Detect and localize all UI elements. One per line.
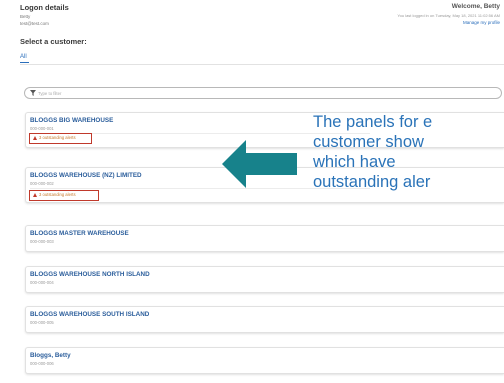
customer-code: 000-000-004 [30, 280, 54, 285]
customer-name: BLOGGS BIG WAREHOUSE [30, 117, 114, 124]
customer-code: 000-000-001 [30, 126, 54, 131]
filter-icon [30, 90, 36, 96]
welcome-message: Welcome, Betty [451, 3, 500, 10]
customer-name: BLOGGS MASTER WAREHOUSE [30, 230, 129, 237]
annotation-callout-text: The panels for e customer show which hav… [313, 113, 433, 191]
alert-count-text: 3 outstanding alerts [39, 135, 76, 140]
customer-card[interactable]: Bloggs, Betty 000-000-006 [25, 347, 504, 374]
outstanding-alerts-link[interactable]: 3 outstanding alerts [33, 135, 76, 140]
logon-user-email: test@test.com [20, 21, 49, 26]
last-login-text: You last logged in on Tuesday, May 18, 2… [397, 13, 500, 18]
customer-name: BLOGGS WAREHOUSE NORTH ISLAND [30, 271, 150, 278]
filter-placeholder: Type to filter [38, 90, 62, 96]
manage-profile-link[interactable]: Manage my profile [463, 20, 500, 25]
customer-card[interactable]: BLOGGS MASTER WAREHOUSE 000-000-003 [25, 225, 504, 252]
annotation-arrow-icon [222, 140, 297, 188]
alert-count-text: 3 outstanding alerts [39, 192, 76, 197]
customer-code: 000-000-002 [30, 181, 54, 186]
customer-name: Bloggs, Betty [30, 352, 71, 359]
customer-card[interactable]: BLOGGS WAREHOUSE NORTH ISLAND 000-000-00… [25, 266, 504, 293]
filter-input[interactable]: Type to filter [24, 87, 502, 99]
logon-user-name: Betty [20, 14, 31, 19]
warning-icon [33, 135, 37, 140]
customer-code: 000-000-006 [30, 361, 54, 366]
customer-name: BLOGGS WAREHOUSE SOUTH ISLAND [30, 311, 150, 318]
outstanding-alerts-link[interactable]: 3 outstanding alerts [33, 192, 76, 197]
active-tab-indicator [20, 62, 29, 63]
customer-code: 000-000-003 [30, 239, 54, 244]
customer-name: BLOGGS WAREHOUSE (NZ) LIMITED [30, 172, 142, 179]
customer-selection-page: Logon details Betty test@test.com Welcom… [0, 0, 504, 383]
select-customer-heading: Select a customer: [20, 37, 87, 46]
warning-icon [33, 192, 37, 197]
customer-code: 000-000-005 [30, 320, 54, 325]
tabs-divider [20, 64, 504, 65]
tab-all[interactable]: All [20, 54, 27, 60]
logon-details-title: Logon details [20, 3, 69, 12]
customer-card[interactable]: BLOGGS WAREHOUSE SOUTH ISLAND 000-000-00… [25, 306, 504, 333]
